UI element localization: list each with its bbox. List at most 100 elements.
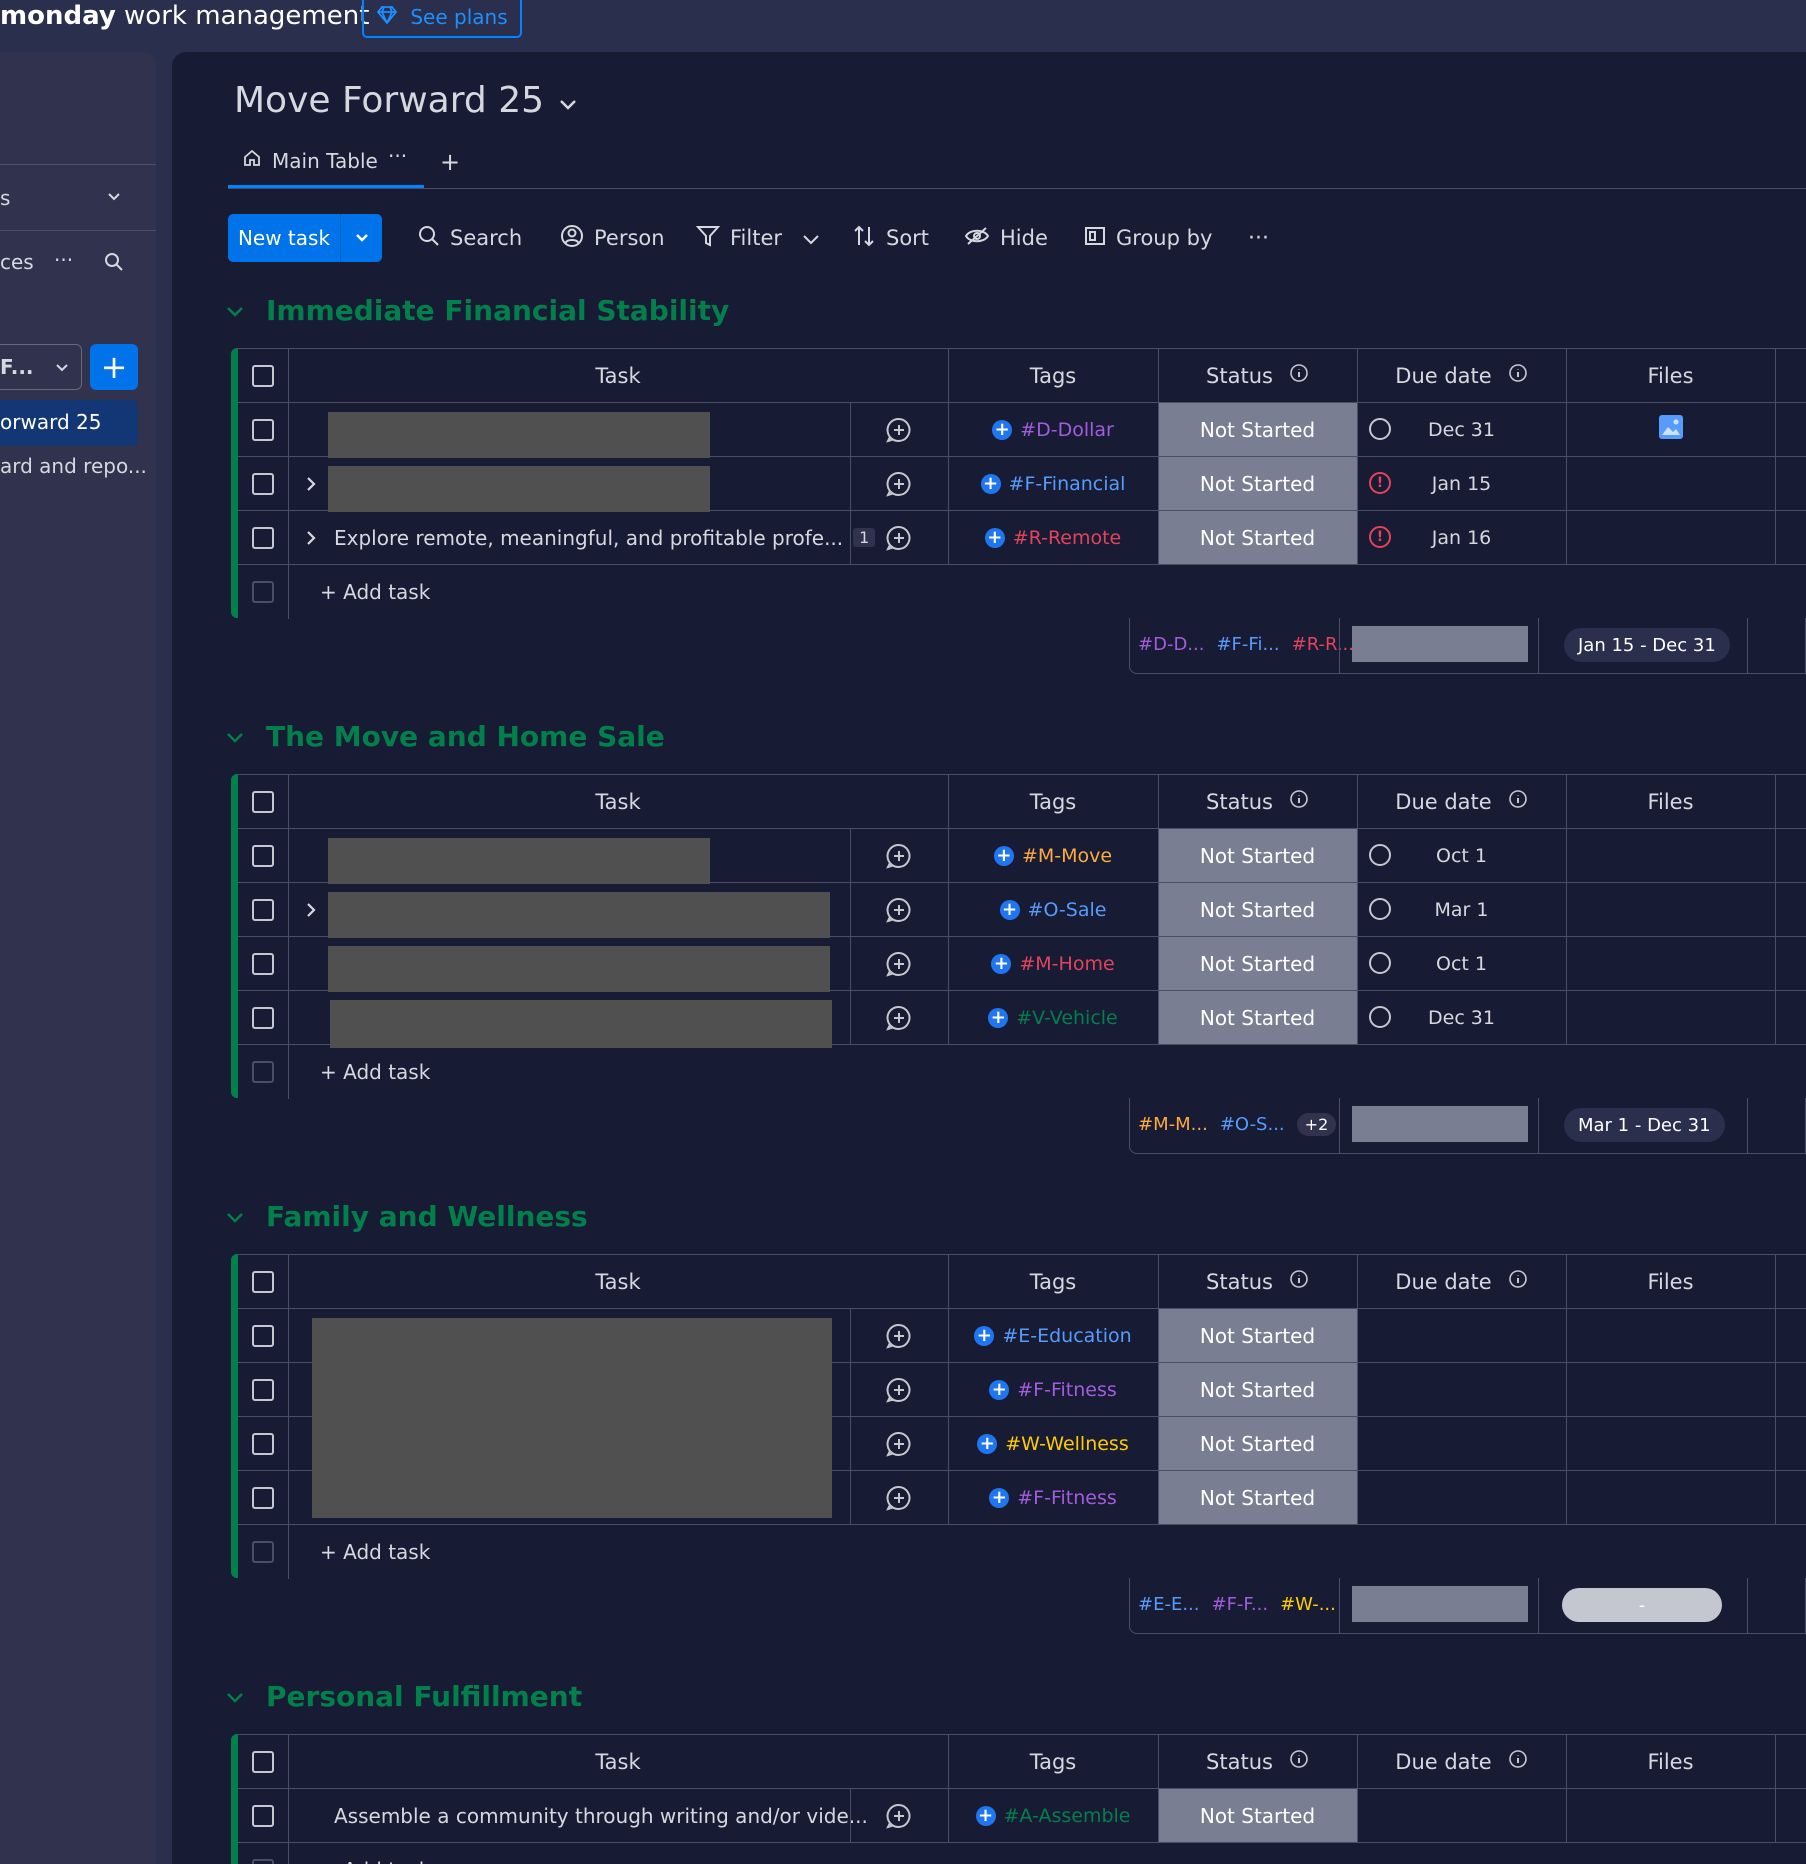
see-plans-button[interactable]: See plans bbox=[362, 0, 522, 38]
add-task-input[interactable]: + Add task bbox=[320, 1045, 620, 1098]
row-checkbox[interactable] bbox=[238, 403, 288, 456]
files-cell[interactable] bbox=[1566, 1471, 1775, 1524]
brand-logo[interactable]: monday work management bbox=[0, 0, 369, 32]
due-date-cell[interactable]: ! Jan 15 bbox=[1357, 457, 1566, 510]
incomplete-circle-icon[interactable] bbox=[1369, 898, 1391, 920]
checkbox[interactable] bbox=[252, 526, 274, 549]
info-icon[interactable] bbox=[1289, 1269, 1309, 1294]
column-header-task[interactable]: Task bbox=[288, 1735, 948, 1788]
person-filter-button[interactable]: Person bbox=[560, 214, 665, 262]
select-all-checkbox[interactable] bbox=[238, 1255, 288, 1308]
checkbox[interactable] bbox=[252, 1486, 274, 1509]
add-update-icon[interactable] bbox=[850, 457, 948, 510]
row-checkbox[interactable] bbox=[238, 511, 288, 564]
status-summary-bar[interactable] bbox=[1352, 626, 1528, 662]
sidebar-item-dashboard[interactable]: ard and repo... bbox=[0, 454, 147, 478]
tags-cell[interactable]: + #F-Fitness bbox=[948, 1471, 1158, 1524]
status-cell[interactable]: Not Started bbox=[1158, 1309, 1357, 1362]
add-tag-icon[interactable]: + bbox=[989, 1379, 1010, 1400]
checkbox[interactable] bbox=[252, 1006, 274, 1029]
files-cell[interactable] bbox=[1566, 829, 1775, 882]
checkbox[interactable] bbox=[252, 898, 274, 921]
status-cell[interactable]: Not Started bbox=[1158, 1363, 1357, 1416]
tag[interactable]: + #V-Vehicle bbox=[988, 1007, 1118, 1029]
column-header-task[interactable]: Task bbox=[288, 775, 948, 828]
add-task-row[interactable]: + Add task bbox=[238, 564, 1806, 619]
chevron-down-icon[interactable] bbox=[222, 305, 248, 317]
add-update-icon[interactable] bbox=[850, 1309, 948, 1362]
checkbox[interactable] bbox=[252, 790, 274, 813]
due-date-cell[interactable] bbox=[1357, 1789, 1566, 1842]
status-cell[interactable]: Not Started bbox=[1158, 1471, 1357, 1524]
column-header-files[interactable]: Files bbox=[1566, 1255, 1775, 1308]
chevron-down-icon[interactable] bbox=[222, 731, 248, 743]
tags-cell[interactable]: + #M-Home bbox=[948, 937, 1158, 990]
tab-main-table[interactable]: Main Table bbox=[242, 148, 378, 173]
tag[interactable]: + #M-Move bbox=[993, 845, 1112, 867]
row-checkbox[interactable] bbox=[238, 1417, 288, 1470]
row-checkbox[interactable] bbox=[238, 1363, 288, 1416]
info-icon[interactable] bbox=[1508, 363, 1528, 388]
add-update-icon[interactable] bbox=[850, 1363, 948, 1416]
add-update-icon[interactable] bbox=[850, 829, 948, 882]
task-name-cell[interactable]: Explore remote, meaningful, and profitab… bbox=[334, 511, 876, 564]
filter-dropdown[interactable] bbox=[802, 214, 820, 262]
group-title[interactable]: Family and Wellness bbox=[222, 1200, 588, 1233]
status-cell[interactable]: Not Started bbox=[1158, 457, 1357, 510]
tag[interactable]: + #R-Remote bbox=[984, 527, 1121, 549]
row-checkbox[interactable] bbox=[238, 883, 288, 936]
add-tag-icon[interactable]: + bbox=[993, 845, 1014, 866]
tag[interactable]: + #F-Fitness bbox=[989, 1487, 1117, 1509]
incomplete-circle-icon[interactable] bbox=[1369, 418, 1391, 440]
add-tag-icon[interactable]: + bbox=[988, 1007, 1009, 1028]
tags-cell[interactable]: + #V-Vehicle bbox=[948, 991, 1158, 1044]
table-row[interactable]: Assemble a community through writing and… bbox=[238, 1788, 1806, 1843]
tag[interactable]: + #D-Dollar bbox=[992, 419, 1114, 441]
due-date-cell[interactable] bbox=[1357, 1471, 1566, 1524]
row-checkbox[interactable] bbox=[238, 1789, 288, 1842]
checkbox[interactable] bbox=[252, 472, 274, 495]
row-checkbox[interactable] bbox=[238, 829, 288, 882]
group-title[interactable]: Immediate Financial Stability bbox=[222, 294, 729, 327]
date-range-summary[interactable]: - bbox=[1562, 1588, 1722, 1622]
tag[interactable]: + #M-Home bbox=[991, 953, 1115, 975]
status-cell[interactable]: Not Started bbox=[1158, 937, 1357, 990]
incomplete-circle-icon[interactable] bbox=[1369, 844, 1391, 866]
files-cell[interactable] bbox=[1566, 991, 1775, 1044]
new-task-label[interactable]: New task bbox=[228, 214, 340, 262]
files-cell[interactable] bbox=[1566, 1309, 1775, 1362]
checkbox[interactable] bbox=[252, 1750, 274, 1773]
files-cell[interactable] bbox=[1566, 1363, 1775, 1416]
checkbox[interactable] bbox=[252, 1432, 274, 1455]
tags-cell[interactable]: + #D-Dollar bbox=[948, 403, 1158, 456]
add-task-input[interactable]: + Add task bbox=[320, 1843, 620, 1864]
files-cell[interactable] bbox=[1566, 937, 1775, 990]
checkbox[interactable] bbox=[252, 1804, 274, 1827]
checkbox[interactable] bbox=[252, 418, 274, 441]
files-cell[interactable] bbox=[1566, 457, 1775, 510]
info-icon[interactable] bbox=[1508, 1749, 1528, 1774]
add-tag-icon[interactable]: + bbox=[992, 419, 1013, 440]
add-update-icon[interactable] bbox=[850, 511, 948, 564]
add-task-input[interactable]: + Add task bbox=[320, 565, 620, 618]
add-tag-icon[interactable]: + bbox=[991, 953, 1012, 974]
column-header-due-date[interactable]: Due date bbox=[1357, 775, 1566, 828]
due-date-cell[interactable] bbox=[1357, 1309, 1566, 1362]
files-cell[interactable] bbox=[1566, 511, 1775, 564]
add-tag-icon[interactable]: + bbox=[977, 1433, 998, 1454]
files-cell[interactable] bbox=[1566, 1789, 1775, 1842]
files-cell[interactable] bbox=[1566, 883, 1775, 936]
status-cell[interactable]: Not Started bbox=[1158, 883, 1357, 936]
add-update-icon[interactable] bbox=[850, 991, 948, 1044]
incomplete-circle-icon[interactable] bbox=[1369, 952, 1391, 974]
add-task-row[interactable]: + Add task bbox=[238, 1842, 1806, 1864]
checkbox[interactable] bbox=[252, 844, 274, 867]
row-checkbox[interactable] bbox=[238, 937, 288, 990]
info-icon[interactable] bbox=[1289, 789, 1309, 814]
tag[interactable]: + #A-Assemble bbox=[975, 1805, 1130, 1827]
chevron-down-icon[interactable] bbox=[222, 1211, 248, 1223]
status-cell[interactable]: Not Started bbox=[1158, 991, 1357, 1044]
checkbox[interactable] bbox=[252, 364, 274, 387]
date-range-summary[interactable]: Mar 1 - Dec 31 bbox=[1564, 1108, 1725, 1142]
column-header-due-date[interactable]: Due date bbox=[1357, 1735, 1566, 1788]
